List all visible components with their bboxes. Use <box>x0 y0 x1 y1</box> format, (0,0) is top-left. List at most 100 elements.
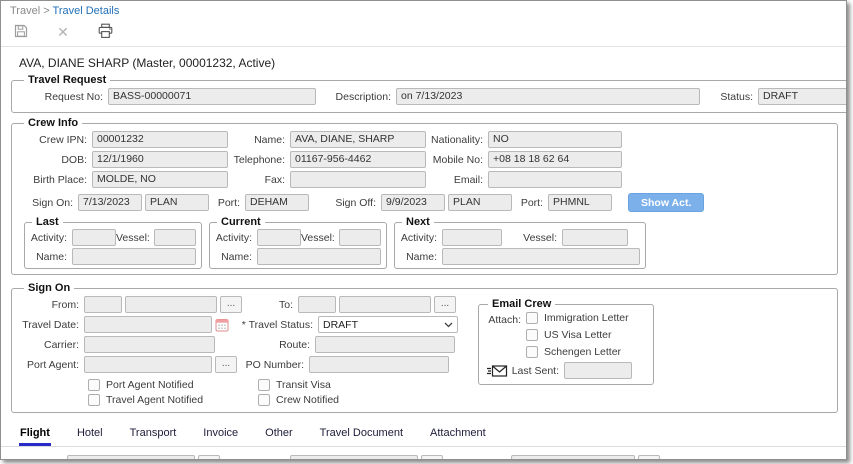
schengen-letter-checkbox[interactable] <box>526 346 538 358</box>
last-name-field[interactable] <box>72 248 196 265</box>
last-vessel-field[interactable] <box>154 229 196 246</box>
breadcrumb-root[interactable]: Travel <box>10 5 40 17</box>
telephone-label: Telephone: <box>228 154 290 166</box>
carrier-field[interactable] <box>84 336 215 353</box>
description-label: Description: <box>316 91 396 103</box>
from-code-field[interactable] <box>84 296 122 313</box>
email-crew-legend: Email Crew <box>488 298 555 310</box>
tab-other[interactable]: Other <box>264 425 294 446</box>
transit-visa-label: Transit Visa <box>270 379 331 391</box>
next-vessel-label: Vessel: <box>502 232 562 244</box>
ticket-type-lookup-button[interactable]: ... <box>421 455 443 460</box>
tab-invoice[interactable]: Invoice <box>202 425 239 446</box>
travel-status-value: DRAFT <box>323 319 358 331</box>
email-field[interactable] <box>488 171 622 188</box>
fax-field[interactable] <box>290 171 426 188</box>
last-sent-field[interactable] <box>564 362 632 379</box>
port-agent-notified-label: Port Agent Notified <box>100 379 194 391</box>
tab-bar: Flight Hotel Transport Invoice Other Tra… <box>1 418 846 447</box>
last-activity-label: Activity: <box>30 232 72 244</box>
to-code-field[interactable] <box>298 296 336 313</box>
sign-off-status-field[interactable]: PLAN <box>448 194 512 211</box>
tab-transport[interactable]: Transport <box>129 425 178 446</box>
to-name-field[interactable] <box>339 296 431 313</box>
crew-notified-checkbox[interactable] <box>258 394 270 406</box>
description-field[interactable]: on 7/13/2023 <box>396 88 700 105</box>
ticket-type-field[interactable]: ONE WAY <box>290 455 418 460</box>
travel-agent-lookup-button[interactable]: ... <box>198 455 220 460</box>
current-activity-field[interactable] <box>257 229 301 246</box>
status-field[interactable]: DRAFT <box>758 88 847 105</box>
current-legend: Current <box>217 216 265 228</box>
print-button[interactable] <box>95 23 115 41</box>
flight-panel: Travel Agent: ... Ticket Type: ONE WAY .… <box>1 447 846 460</box>
transit-visa-checkbox[interactable] <box>258 379 270 391</box>
port-agent-notified-checkbox[interactable] <box>88 379 100 391</box>
port-agent-field[interactable] <box>84 356 212 373</box>
printer-icon <box>97 23 114 42</box>
travel-request-section: Travel Request Request No: BASS-00000071… <box>11 74 847 113</box>
next-activity-field[interactable] <box>442 229 502 246</box>
sign-off-port-field[interactable]: PHMNL <box>548 194 612 211</box>
sign-off-date-field[interactable]: 9/9/2023 <box>381 194 445 211</box>
tab-flight[interactable]: Flight <box>19 425 51 446</box>
calendar-icon[interactable] <box>215 317 229 332</box>
sign-on-port-field[interactable]: DEHAM <box>245 194 309 211</box>
email-label: Email: <box>426 174 488 186</box>
next-activity-label: Activity: <box>400 232 442 244</box>
sign-on-date-field[interactable]: 7/13/2023 <box>78 194 142 211</box>
last-name-label: Name: <box>30 251 72 263</box>
crew-ipn-field[interactable]: 00001232 <box>92 131 228 148</box>
save-button[interactable] <box>11 23 31 41</box>
from-lookup-button[interactable]: ... <box>220 296 242 313</box>
immigration-letter-checkbox[interactable] <box>526 312 538 324</box>
fax-label: Fax: <box>228 174 290 186</box>
travel-date-field[interactable] <box>84 316 212 333</box>
travel-agent-label: Travel Agent: <box>1 458 67 461</box>
mobile-no-field[interactable]: +08 18 18 62 64 <box>488 151 622 168</box>
last-activity-field[interactable] <box>72 229 116 246</box>
breadcrumb-current[interactable]: Travel Details <box>53 5 120 17</box>
port-agent-lookup-button[interactable]: ... <box>215 356 237 373</box>
sign-on-status-field[interactable]: PLAN <box>145 194 209 211</box>
travel-date-label: Travel Date: <box>20 319 84 331</box>
nationality-label: Nationality: <box>426 134 488 146</box>
route-label: Route: <box>215 339 315 351</box>
route-field[interactable] <box>315 336 455 353</box>
name-field[interactable]: AVA, DIANE, SHARP <box>290 131 426 148</box>
pref-class-lookup-button[interactable]: ... <box>638 455 660 460</box>
dob-field[interactable]: 12/1/1960 <box>92 151 228 168</box>
schengen-letter-label: Schengen Letter <box>538 346 621 358</box>
telephone-field[interactable]: 01167-956-4462 <box>290 151 426 168</box>
to-lookup-button[interactable]: ... <box>434 296 456 313</box>
tab-attachment[interactable]: Attachment <box>429 425 487 446</box>
birth-place-field[interactable]: MOLDE, NO <box>92 171 228 188</box>
next-vessel-field[interactable] <box>562 229 628 246</box>
next-name-field[interactable] <box>442 248 640 265</box>
pref-class-field[interactable]: BUSINESS <box>511 455 635 460</box>
last-sent-label: Last Sent: <box>508 365 564 377</box>
sign-off-port-label: Port: <box>512 197 548 209</box>
nationality-field[interactable]: NO <box>488 131 622 148</box>
send-email-icon[interactable] <box>486 363 508 379</box>
us-visa-letter-checkbox[interactable] <box>526 329 538 341</box>
breadcrumb: Travel > Travel Details <box>1 1 846 19</box>
travel-agent-field[interactable] <box>67 455 195 460</box>
travel-agent-notified-checkbox[interactable] <box>88 394 100 406</box>
travel-status-select[interactable]: DRAFT <box>318 316 458 333</box>
current-activity-section: Current Activity: Vessel: Name: <box>209 216 387 269</box>
page-title: AVA, DIANE SHARP (Master, 00001232, Acti… <box>19 56 846 70</box>
current-name-field[interactable] <box>257 248 381 265</box>
sign-on-section: Sign On From: ... To: ... Travel Date: <box>11 282 838 413</box>
show-act-button[interactable]: Show Act. <box>628 193 704 212</box>
tab-hotel[interactable]: Hotel <box>76 425 104 446</box>
sign-off-label: Sign Off: <box>329 197 381 209</box>
tab-travel-document[interactable]: Travel Document <box>319 425 404 446</box>
current-vessel-field[interactable] <box>339 229 381 246</box>
close-button[interactable]: ✕ <box>53 23 73 41</box>
next-activity-section: Next Activity: Vessel: Name: <box>394 216 646 269</box>
po-number-field[interactable] <box>309 356 449 373</box>
next-legend: Next <box>402 216 434 228</box>
request-no-field[interactable]: BASS-00000071 <box>108 88 316 105</box>
from-name-field[interactable] <box>125 296 217 313</box>
